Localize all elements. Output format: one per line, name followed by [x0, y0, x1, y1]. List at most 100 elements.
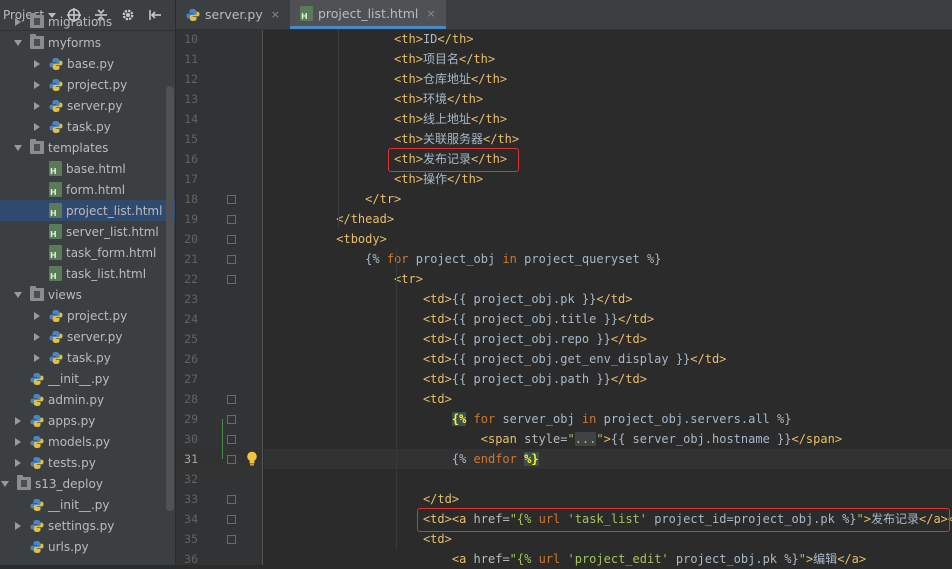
code-line[interactable]: <th>ID</th>	[264, 29, 952, 49]
tree-file[interactable]: Htask_list.html	[0, 263, 175, 284]
fold-marker-icon[interactable]	[227, 235, 236, 244]
code-line[interactable]: <th>仓库地址</th>	[264, 69, 952, 89]
expand-arrow-right-icon[interactable]	[32, 122, 41, 131]
code-line[interactable]: <tbody>	[264, 229, 952, 249]
tree-folder[interactable]: views	[0, 284, 175, 305]
python-file-icon	[49, 351, 63, 365]
code-line[interactable]: <th>发布记录</th>	[264, 149, 952, 169]
code-line[interactable]: {% for project_obj in project_queryset %…	[264, 249, 952, 269]
code-token: "{%	[509, 552, 539, 566]
lightbulb-icon[interactable]	[246, 451, 258, 470]
code-line[interactable]: <span style="...">{{ server_obj.hostname…	[264, 429, 952, 449]
expand-arrow-down-icon[interactable]	[13, 290, 22, 299]
code-line[interactable]: <th>线上地址</th>	[264, 109, 952, 129]
fold-marker-icon[interactable]	[227, 415, 236, 424]
tree-file[interactable]: __init__.py	[0, 368, 175, 389]
code-line[interactable]: <a href="{% url 'project_edit' project_o…	[264, 549, 952, 569]
tree-file[interactable]: settings.py	[0, 515, 175, 536]
tree-folder[interactable]: myforms	[0, 32, 175, 53]
expand-arrow-right-icon[interactable]	[13, 521, 22, 530]
tree-file[interactable]: models.py	[0, 431, 175, 452]
tree-file[interactable]: tests.py	[0, 452, 175, 473]
tab-label: server.py	[205, 7, 263, 22]
expand-arrow-down-icon[interactable]	[0, 479, 9, 488]
tree-file[interactable]: Hbase.html	[0, 158, 175, 179]
code-line[interactable]: <td>	[264, 529, 952, 549]
expand-arrow-right-icon[interactable]	[32, 353, 41, 362]
expand-arrow-down-icon[interactable]	[13, 143, 22, 152]
code-line[interactable]: </thead>	[264, 209, 952, 229]
tree-folder[interactable]: migrations	[0, 11, 175, 32]
code-line[interactable]: </td>	[264, 489, 952, 509]
tree-scrollbar[interactable]	[166, 86, 174, 511]
expand-arrow-right-icon[interactable]	[13, 416, 22, 425]
expand-arrow-right-icon[interactable]	[13, 17, 22, 26]
code-line[interactable]: <th>环境</th>	[264, 89, 952, 109]
fold-marker-icon[interactable]	[227, 275, 236, 284]
code-token: {%	[451, 452, 474, 466]
code-line[interactable]: <th>项目名</th>	[264, 49, 952, 69]
tree-file[interactable]: __init__.py	[0, 494, 175, 515]
expand-arrow-down-icon[interactable]	[13, 38, 22, 47]
expand-arrow-right-icon[interactable]	[32, 101, 41, 110]
expand-arrow-right-icon[interactable]	[32, 332, 41, 341]
tree-file[interactable]: project.py	[0, 305, 175, 326]
expand-arrow-right-icon[interactable]	[32, 80, 41, 89]
tree-file[interactable]: Hserver_list.html	[0, 221, 175, 242]
code-line[interactable]: <tr>	[264, 269, 952, 289]
fold-marker-icon[interactable]	[227, 435, 236, 444]
expand-arrow-right-icon[interactable]	[13, 437, 22, 446]
tree-file[interactable]: admin.py	[0, 389, 175, 410]
code-line[interactable]: <th>操作</th>	[264, 169, 952, 189]
close-icon[interactable]: ×	[271, 8, 280, 21]
editor-tab[interactable]: Hproject_list.html ×	[289, 0, 446, 29]
line-number: 17	[184, 172, 198, 186]
fold-marker-icon[interactable]	[227, 455, 236, 464]
tree-file[interactable]: Hform.html	[0, 179, 175, 200]
fold-marker-icon[interactable]	[227, 535, 236, 544]
tree-folder[interactable]: s13_deploy	[0, 473, 175, 494]
expand-arrow-right-icon[interactable]	[32, 59, 41, 68]
fold-marker-icon[interactable]	[227, 395, 236, 404]
tree-file[interactable]: base.py	[0, 53, 175, 74]
tree-file[interactable]: task.py	[0, 347, 175, 368]
tree-file[interactable]: task.py	[0, 116, 175, 137]
html-file-icon: H	[49, 182, 62, 197]
close-icon[interactable]: ×	[426, 7, 435, 20]
fold-marker-icon[interactable]	[227, 255, 236, 264]
expand-arrow-right-icon[interactable]	[32, 311, 41, 320]
line-number-gutter: 10 11 12 13 14 15 16 17 18 19 20 21 22 23 24 25 26 27 28 29…	[176, 30, 263, 566]
code-line[interactable]	[264, 469, 952, 489]
code-line[interactable]: <td>{{ project_obj.title }}</td>	[264, 309, 952, 329]
code-line[interactable]: {% for server_obj in project_obj.servers…	[264, 409, 952, 429]
fold-marker-icon[interactable]	[227, 495, 236, 504]
tree-file[interactable]: Htask_form.html	[0, 242, 175, 263]
fold-marker-icon[interactable]	[227, 515, 236, 524]
code-line[interactable]: <td>{{ project_obj.get_env_display }}</t…	[264, 349, 952, 369]
tree-file[interactable]: server.py	[0, 326, 175, 347]
line-number: 18	[184, 192, 198, 206]
code-token: style	[524, 432, 561, 446]
editor-tab[interactable]: server.py ×	[176, 0, 290, 29]
expand-arrow-right-icon[interactable]	[13, 458, 22, 467]
code-line[interactable]: <td>{{ project_obj.path }}</td>	[264, 369, 952, 389]
tree-file[interactable]: Hproject_list.html	[0, 200, 175, 221]
code-line[interactable]: <td>{{ project_obj.repo }}</td>	[264, 329, 952, 349]
editor-area: server.py × Hproject_list.html × 10 11 12 13 14…	[176, 0, 952, 566]
code-line[interactable]: <td>	[264, 389, 952, 409]
fold-marker-icon[interactable]	[227, 215, 236, 224]
code-line[interactable]: {% endfor %}	[264, 449, 952, 469]
code-line[interactable]: <td>{{ project_obj.pk }}</td>	[264, 289, 952, 309]
tree-file[interactable]: apps.py	[0, 410, 175, 431]
code-line[interactable]: </tr>	[264, 189, 952, 209]
tree-file[interactable]: urls.py	[0, 536, 175, 557]
tree-folder[interactable]: templates	[0, 137, 175, 158]
tree-file[interactable]: server.py	[0, 95, 175, 116]
code-view[interactable]: <th>ID</th> <th>项目名</th> <th>仓库地址</th> <…	[264, 29, 952, 566]
code-line[interactable]: <th>关联服务器</th>	[264, 129, 952, 149]
tree-file[interactable]: project.py	[0, 74, 175, 95]
fold-marker-icon[interactable]	[227, 195, 236, 204]
